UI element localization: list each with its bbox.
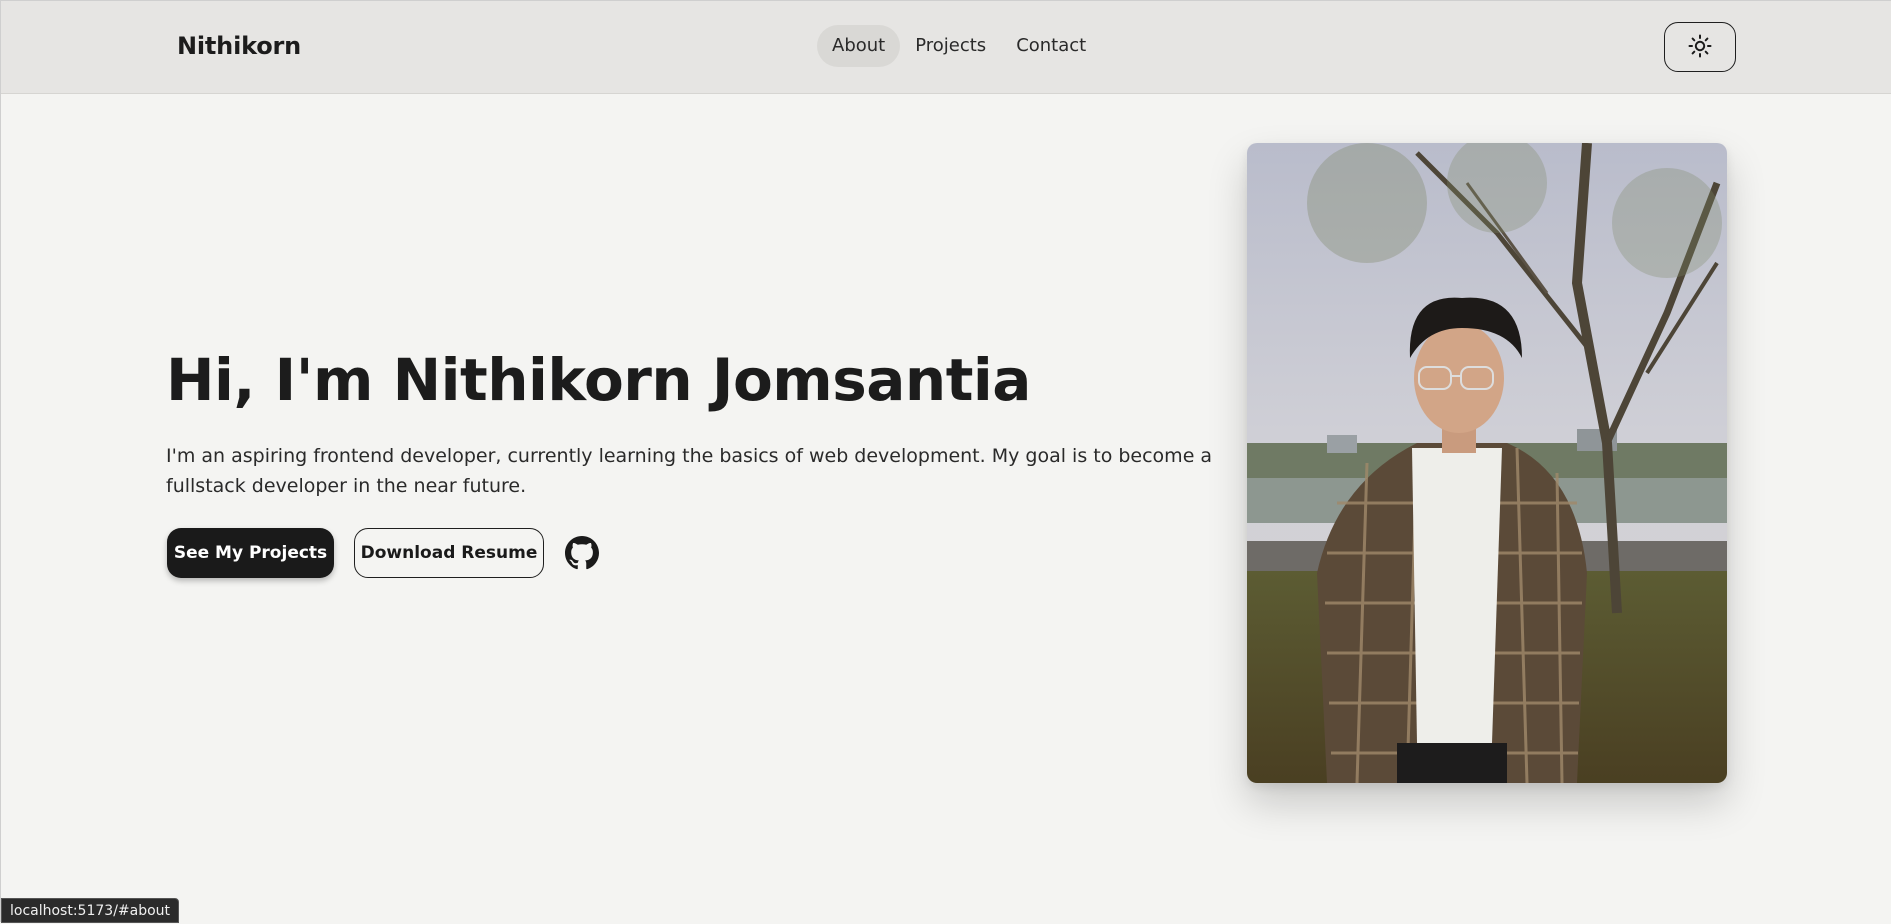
nav-item-about[interactable]: About bbox=[817, 25, 901, 67]
nav-item-projects[interactable]: Projects bbox=[900, 25, 1001, 67]
github-icon bbox=[565, 536, 599, 574]
status-bar-url: localhost:5173/#about bbox=[1, 898, 180, 923]
see-projects-button[interactable]: See My Projects bbox=[167, 528, 334, 578]
sun-icon bbox=[1688, 34, 1712, 61]
main-nav: About Projects Contact bbox=[817, 25, 1101, 67]
github-link[interactable] bbox=[565, 536, 599, 570]
download-resume-button[interactable]: Download Resume bbox=[354, 528, 544, 578]
nav-item-contact[interactable]: Contact bbox=[1001, 25, 1101, 67]
theme-toggle-button[interactable] bbox=[1664, 22, 1736, 72]
hero-description: I'm an aspiring frontend developer, curr… bbox=[166, 445, 1213, 497]
browser-viewport: Nithikorn About Projects Contact Hi, I'm… bbox=[0, 0, 1891, 923]
site-header: Nithikorn About Projects Contact bbox=[1, 1, 1891, 94]
profile-photo bbox=[1247, 143, 1727, 783]
hero-title: Hi, I'm Nithikorn Jomsantia bbox=[166, 346, 1031, 414]
site-brand[interactable]: Nithikorn bbox=[177, 32, 301, 60]
